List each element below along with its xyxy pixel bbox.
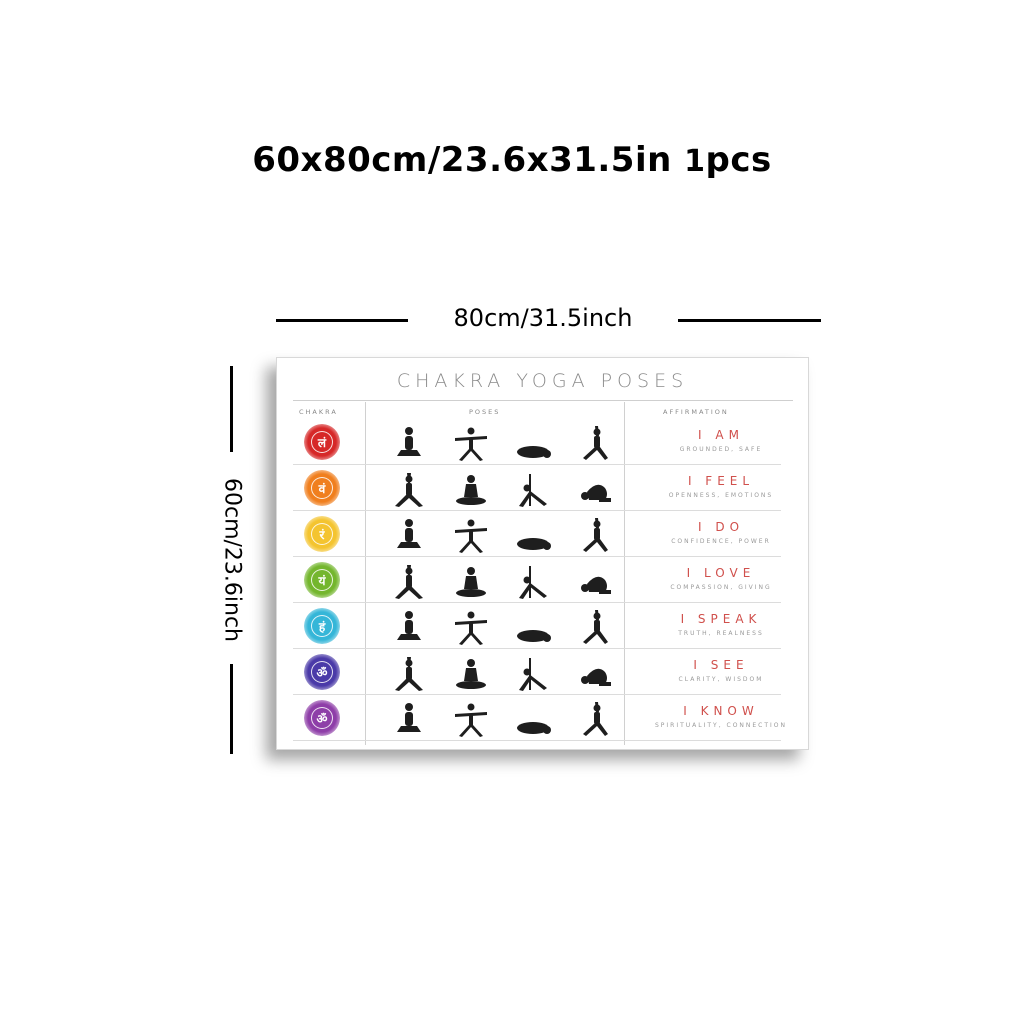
chakra-row: हं I SPEAK TRUTH, REALNESS — [293, 604, 781, 649]
lotus-pose-icon — [451, 470, 491, 508]
chakra-symbol-icon: ॐ — [304, 654, 340, 690]
chakra-symbol-icon: यं — [304, 562, 340, 598]
meditation-pose-icon — [575, 654, 615, 692]
boat-pose-icon — [389, 516, 429, 554]
affirmation-theme: SPIRITUALITY, CONNECTION — [654, 722, 788, 729]
affirmation-theme: GROUNDED, SAFE — [679, 446, 763, 453]
chakra-row: वं I FEEL OPENNESS, EMOTIONS — [293, 466, 781, 511]
headstand-icon — [389, 700, 429, 738]
quantity: 1pcs — [684, 140, 772, 180]
row-divider — [293, 464, 781, 465]
dolphin-pose-icon — [513, 608, 553, 646]
title-divider — [293, 400, 793, 401]
sphinx-pose-icon — [451, 608, 491, 646]
height-dimension: 60cm/23.6inch — [212, 366, 252, 754]
row-divider — [293, 510, 781, 511]
chakra-symbol-icon: वं — [304, 470, 340, 506]
chakra-row: यं I LOVE COMPASSION, GIVING — [293, 558, 781, 603]
height-label: 60cm/23.6inch — [219, 477, 245, 643]
row-divider — [293, 602, 781, 603]
width-label: 80cm/31.5inch — [453, 304, 633, 332]
chakra-symbol-icon: रं — [304, 516, 340, 552]
side-plank-icon — [451, 516, 491, 554]
affirmation-theme: OPENNESS, EMOTIONS — [668, 492, 774, 499]
plow-pose-icon — [389, 608, 429, 646]
chakra-row: रं I DO CONFIDENCE, POWER — [293, 512, 781, 557]
crescent-lunge-icon — [575, 424, 615, 462]
upward-dog-icon — [575, 608, 615, 646]
affirmation-text: I FEEL — [687, 474, 755, 488]
affirmation-text: I LOVE — [686, 566, 756, 580]
affirmation-text: I SPEAK — [680, 612, 762, 626]
seated-pose-icon — [389, 424, 429, 462]
chakra-row: लं I AM GROUNDED, SAFE — [293, 420, 781, 465]
chakra-symbol-icon: हं — [304, 608, 340, 644]
size-text: 60x80cm/23.6x31.5in — [252, 140, 672, 180]
row-divider — [293, 694, 781, 695]
meditation-pose-icon — [451, 700, 491, 738]
cobra-pose-icon — [451, 562, 491, 600]
affirmation-text: I KNOW — [683, 704, 759, 718]
affirmation-theme: CLARITY, WISDOM — [678, 676, 764, 683]
chakra-symbol-icon: ॐ — [304, 700, 340, 736]
bow-pose-icon — [513, 516, 553, 554]
wheel-pose-icon — [389, 562, 429, 600]
width-line-left — [276, 319, 408, 322]
chakra-row: ॐ I SEE CLARITY, WISDOM — [293, 650, 781, 695]
column-header-poses: POSES — [469, 408, 501, 416]
column-header-affirmation: AFFIRMATION — [663, 408, 729, 416]
height-line-top — [230, 366, 233, 452]
camel-pose-icon — [575, 562, 615, 600]
row-divider — [293, 740, 781, 741]
width-line-right — [678, 319, 821, 322]
height-line-bottom — [230, 664, 233, 754]
warrior-pose-icon — [451, 424, 491, 462]
column-header-chakra: CHAKRA — [299, 408, 338, 416]
poster-title: CHAKRA YOGA POSES — [396, 370, 689, 392]
affirmation-text: I SEE — [693, 658, 749, 672]
childs-pose-icon — [389, 654, 429, 692]
chakra-row: ॐ I KNOW SPIRITUALITY, CONNECTION — [293, 696, 785, 741]
lunge-arms-up-icon — [389, 470, 429, 508]
childs-pose-icon — [513, 424, 553, 462]
cobra-pose-icon — [575, 700, 615, 738]
downward-dog-icon — [575, 516, 615, 554]
affirmation-theme: CONFIDENCE, POWER — [671, 538, 771, 545]
row-divider — [293, 556, 781, 557]
pigeon-pose-icon — [513, 562, 553, 600]
tree-pose-icon — [513, 654, 553, 692]
row-divider — [293, 648, 781, 649]
forward-fold-icon — [575, 470, 615, 508]
mountain-pose-icon — [513, 700, 553, 738]
affirmation-theme: COMPASSION, GIVING — [670, 584, 772, 591]
size-headline: 60x80cm/23.6x31.5in 1pcs — [0, 140, 1024, 180]
poster: CHAKRA YOGA POSES CHAKRA POSES AFFIRMATI… — [276, 357, 809, 750]
width-dimension: 80cm/31.5inch — [0, 300, 1024, 340]
affirmation-text: I DO — [697, 520, 745, 534]
affirmation-text: I AM — [698, 428, 744, 442]
downward-dog-icon — [451, 654, 491, 692]
triangle-pose-icon — [513, 470, 553, 508]
affirmation-theme: TRUTH, REALNESS — [678, 630, 764, 637]
chakra-symbol-icon: लं — [304, 424, 340, 460]
